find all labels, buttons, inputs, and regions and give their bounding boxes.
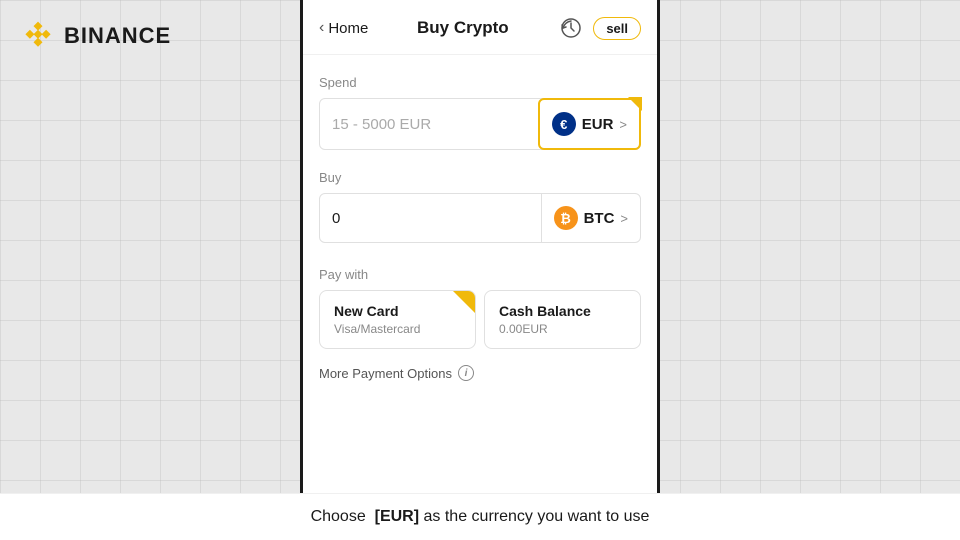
new-card-option[interactable]: New Card Visa/Mastercard: [319, 290, 476, 349]
corner-triangle-icon: [628, 97, 642, 111]
cash-balance-amount: 0.00EUR: [499, 322, 626, 336]
buy-currency-chevron-icon: >: [620, 211, 628, 226]
new-card-subtitle: Visa/Mastercard: [334, 322, 461, 336]
bottom-instruction-bar: Choose [EUR] as the currency you want to…: [0, 493, 960, 540]
spend-input-container: 15 - 5000 EUR € EUR >: [319, 98, 641, 150]
back-button[interactable]: ‹ Home: [319, 19, 368, 37]
spend-currency-name: EUR: [582, 116, 614, 133]
main-content: Spend 15 - 5000 EUR € EUR >: [303, 55, 657, 540]
buy-section: Buy 0 ₿ BTC >: [319, 170, 641, 243]
binance-logo: BINANCE: [20, 18, 171, 54]
instruction-highlight: [EUR]: [375, 508, 419, 525]
back-label: Home: [328, 20, 368, 37]
more-payment-options[interactable]: More Payment Options i: [319, 365, 641, 381]
eur-icon: €: [552, 112, 576, 136]
more-payment-label: More Payment Options: [319, 366, 452, 381]
buy-label: Buy: [319, 170, 641, 185]
spend-currency-selector[interactable]: € EUR >: [538, 98, 641, 150]
spend-input-wrapper: 15 - 5000 EUR € EUR >: [319, 98, 641, 150]
app-name: BINANCE: [64, 23, 171, 49]
info-icon: i: [458, 365, 474, 381]
spend-section: Spend 15 - 5000 EUR € EUR >: [319, 75, 641, 150]
selected-indicator-icon: [453, 291, 475, 313]
phone-container: ‹ Home Buy Crypto sell Spend 15 - 5000 E: [300, 0, 660, 540]
page-title: Buy Crypto: [417, 18, 509, 38]
spend-label: Spend: [319, 75, 641, 90]
sell-button[interactable]: sell: [593, 17, 641, 40]
pay-with-label: Pay with: [319, 267, 641, 282]
header-actions: sell: [557, 14, 641, 42]
cash-balance-option[interactable]: Cash Balance 0.00EUR: [484, 290, 641, 349]
history-button[interactable]: [557, 14, 585, 42]
new-card-title: New Card: [334, 303, 461, 319]
header: ‹ Home Buy Crypto sell: [303, 0, 657, 55]
payment-options: New Card Visa/Mastercard Cash Balance 0.…: [319, 290, 641, 349]
pay-with-section: Pay with New Card Visa/Mastercard Cash B…: [319, 267, 641, 349]
spend-currency-chevron-icon: >: [619, 117, 627, 132]
cash-balance-title: Cash Balance: [499, 303, 626, 319]
instruction-text: Choose [EUR] as the currency you want to…: [311, 508, 650, 525]
back-arrow-icon: ‹: [319, 19, 324, 37]
binance-logo-icon: [20, 18, 56, 54]
buy-currency-name: BTC: [584, 210, 615, 227]
btc-icon: ₿: [554, 206, 578, 230]
spend-currency-wrapper: € EUR >: [539, 99, 640, 149]
buy-value[interactable]: 0: [320, 196, 541, 241]
buy-input-container: 0 ₿ BTC >: [319, 193, 641, 243]
spend-placeholder[interactable]: 15 - 5000 EUR: [320, 102, 539, 147]
buy-currency-selector[interactable]: ₿ BTC >: [541, 194, 640, 242]
